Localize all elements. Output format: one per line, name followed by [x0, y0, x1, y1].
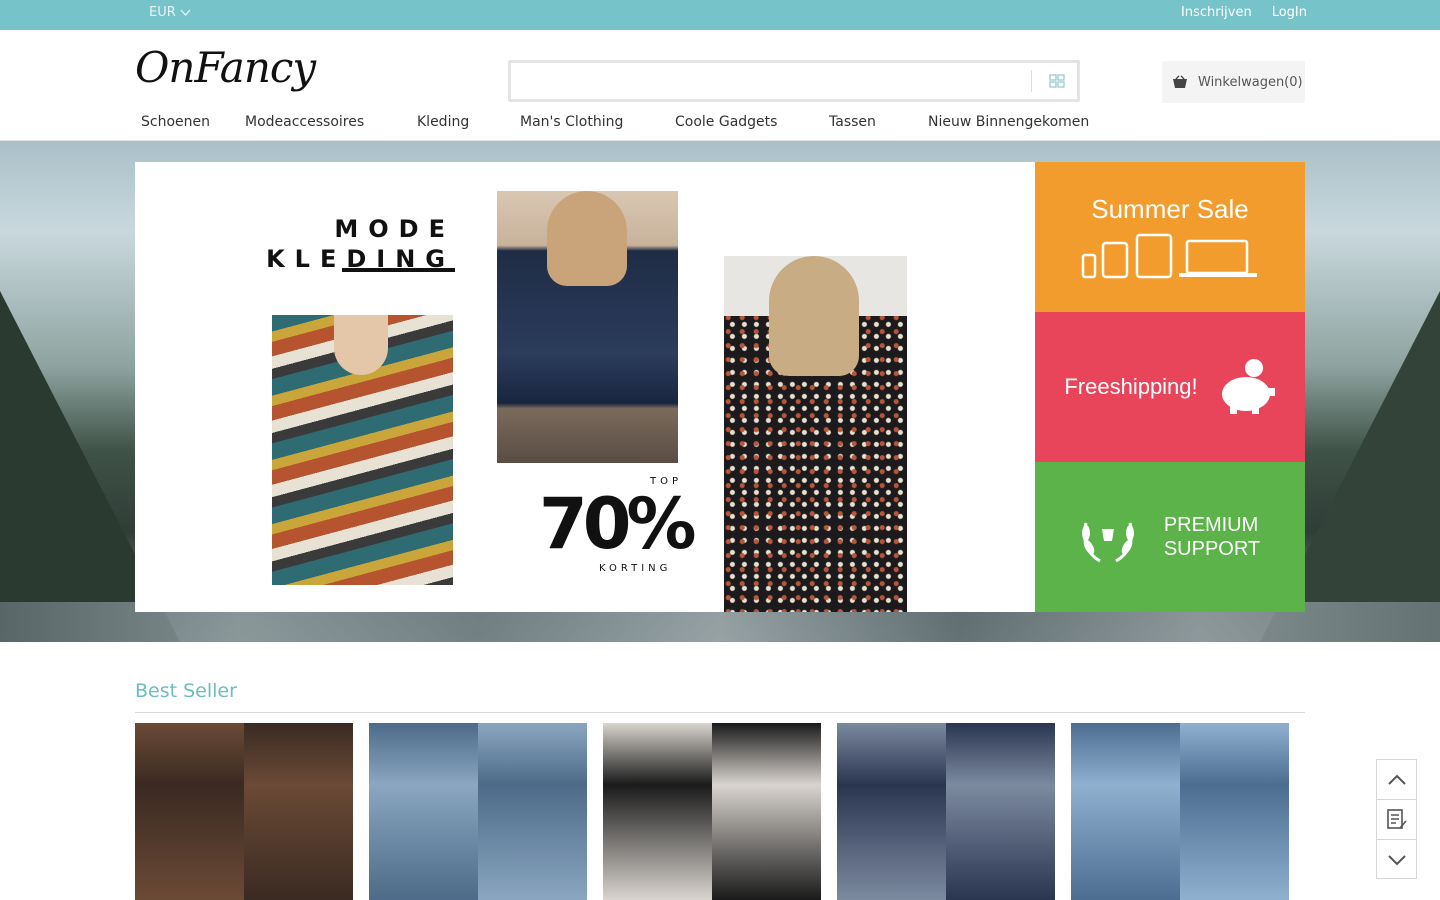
- free-shipping-title: Freeshipping!: [1064, 374, 1198, 399]
- banner-title-line1: MODE: [334, 215, 455, 243]
- currency-label: EUR: [149, 5, 176, 20]
- product-image: [1071, 723, 1180, 900]
- discount-label: KORTING: [599, 563, 672, 574]
- product-image: [603, 723, 712, 900]
- product-image: [478, 723, 587, 900]
- product-image: [837, 723, 946, 900]
- cart-label: Winkelwagen(0): [1198, 74, 1303, 90]
- product-card[interactable]: [837, 723, 1055, 900]
- nav-item-shoes[interactable]: Schoenen: [141, 114, 210, 130]
- scroll-up-button[interactable]: [1377, 760, 1416, 799]
- cart-button[interactable]: Winkelwagen(0): [1162, 61, 1305, 103]
- top-bar: EUR Inschrijven LogIn: [0, 0, 1440, 30]
- register-link[interactable]: Inschrijven: [1181, 5, 1252, 20]
- discount-value: 70%: [539, 483, 697, 565]
- chevron-down-icon: [180, 9, 191, 16]
- nav-item-bags[interactable]: Tassen: [829, 114, 876, 130]
- product-card[interactable]: [369, 723, 587, 900]
- support-title: PREMIUM SUPPORT: [1164, 513, 1260, 561]
- basket-icon: [1173, 75, 1187, 88]
- grid-search-icon: [1048, 74, 1065, 88]
- product-card[interactable]: [1071, 723, 1289, 900]
- product-card[interactable]: [603, 723, 821, 900]
- premium-support-banner[interactable]: PREMIUM SUPPORT: [1035, 462, 1305, 612]
- best-seller-title: Best Seller: [135, 680, 237, 702]
- support-title-line2: SUPPORT: [1163, 538, 1261, 560]
- banner-title-underline: [342, 268, 455, 272]
- denim-dress-photo: [497, 191, 678, 463]
- search-input[interactable]: [511, 63, 1031, 99]
- product-image: [712, 723, 821, 900]
- free-shipping-banner[interactable]: Freeshipping!: [1035, 312, 1305, 462]
- arrow-down-icon: [1387, 854, 1406, 865]
- product-image: [135, 723, 244, 900]
- summer-sale-title: Summer Sale: [1091, 193, 1249, 224]
- nav-item-accessories[interactable]: Modeaccessoires: [245, 114, 364, 130]
- product-image: [244, 723, 353, 900]
- search-button[interactable]: [1036, 63, 1077, 99]
- devices-icon: [1081, 233, 1257, 278]
- nav-item-new-arrivals[interactable]: Nieuw Binnengekomen: [928, 114, 1089, 130]
- login-link[interactable]: LogIn: [1272, 5, 1307, 20]
- hero-banner[interactable]: MODE KLEDING TOP 70% KORTING: [135, 162, 1035, 612]
- banner-title: MODE KLEDING: [266, 214, 455, 274]
- model-hair: [547, 191, 627, 286]
- product-image: [369, 723, 478, 900]
- main-nav: Schoenen Modeaccessoires Kleding Man's C…: [0, 114, 1440, 140]
- notes-button[interactable]: [1377, 800, 1416, 839]
- currency-selector[interactable]: EUR: [149, 5, 191, 20]
- nav-item-mens-clothing[interactable]: Man's Clothing: [520, 114, 623, 130]
- product-image: [1180, 723, 1289, 900]
- scroll-down-button[interactable]: [1377, 840, 1416, 879]
- nav-item-gadgets[interactable]: Coole Gadgets: [675, 114, 777, 130]
- model-hair: [769, 256, 859, 376]
- summer-sale-banner[interactable]: Summer Sale: [1035, 162, 1305, 312]
- product-card[interactable]: [135, 723, 353, 900]
- best-seller-divider: [135, 712, 1305, 713]
- product-image: [946, 723, 1055, 900]
- piggy-bank-icon: [1221, 359, 1275, 414]
- support-title-line1: PREMIUM: [1163, 514, 1259, 536]
- floral-dress-photo: [724, 256, 907, 612]
- notepad-icon: [1386, 808, 1407, 829]
- floating-tools: [1376, 759, 1417, 879]
- arrow-up-icon: [1387, 774, 1406, 785]
- search-box: [508, 60, 1080, 102]
- model-face: [334, 315, 388, 375]
- laurel-icon: [1081, 522, 1134, 563]
- cardigan-photo: [272, 315, 453, 585]
- account-links: Inschrijven LogIn: [1181, 5, 1307, 20]
- nav-item-clothing[interactable]: Kleding: [417, 114, 469, 130]
- search-divider: [1031, 70, 1032, 92]
- site-logo[interactable]: OnFancy: [135, 38, 340, 98]
